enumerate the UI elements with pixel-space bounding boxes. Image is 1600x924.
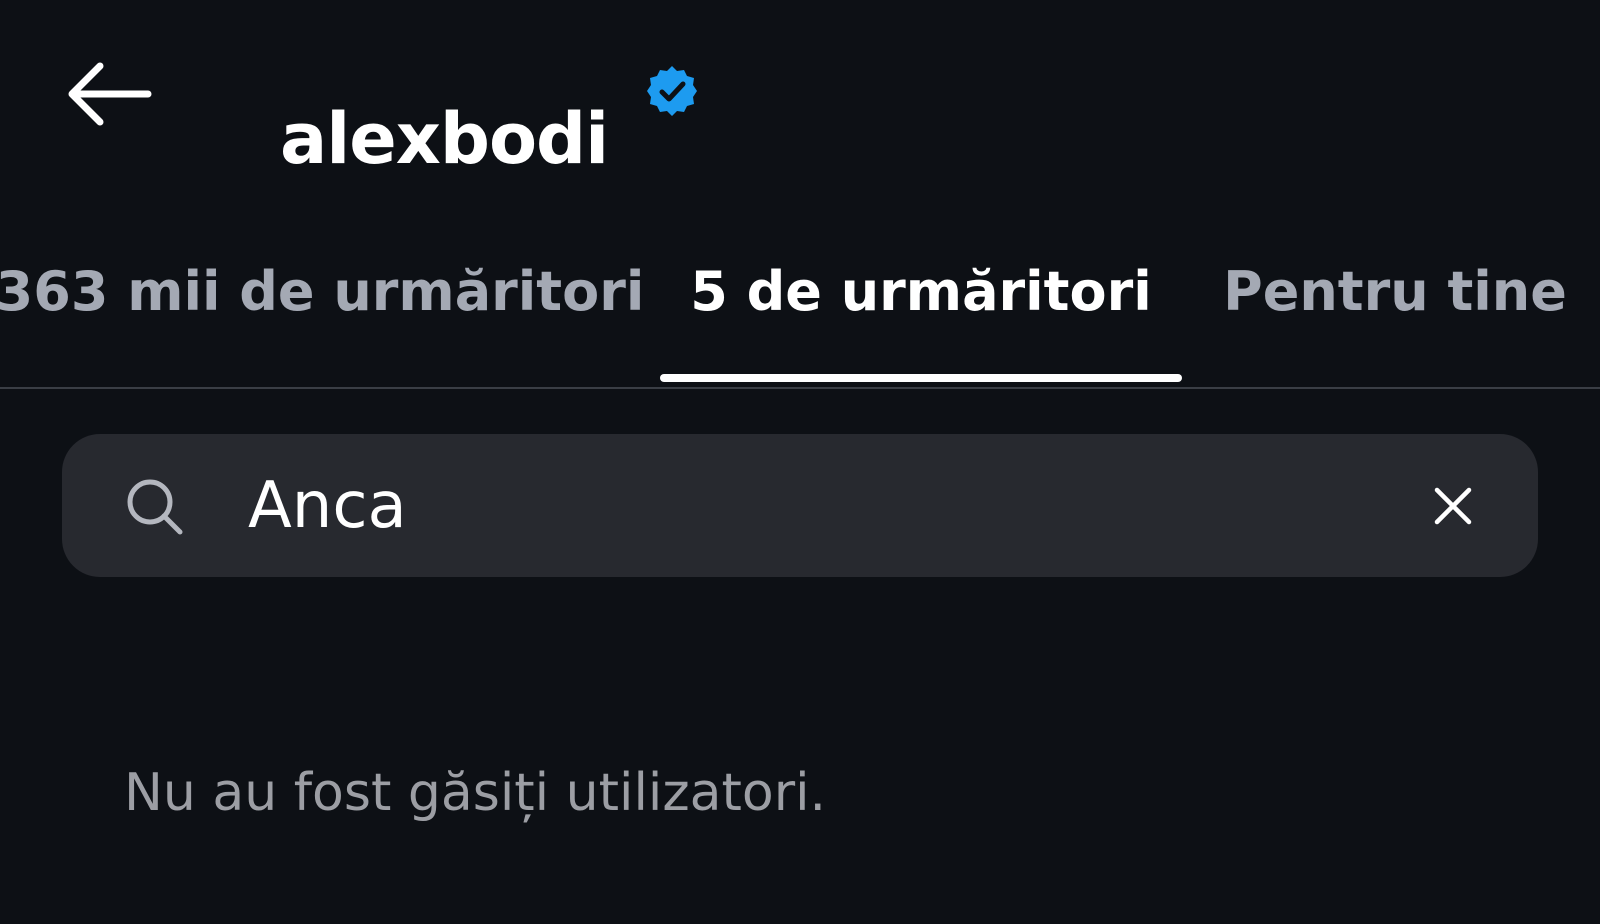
tab-for-you[interactable]: Pentru tine	[1220, 230, 1570, 388]
tab-followers[interactable]: 363 mii de urmăritori	[0, 230, 644, 388]
clear-search-button[interactable]	[1422, 475, 1484, 537]
search-icon	[127, 479, 183, 535]
close-icon	[1434, 487, 1472, 525]
tab-following-label: 5 de urmăritori	[690, 260, 1152, 323]
tab-for-you-label: Pentru tine	[1223, 260, 1567, 323]
no-results-message: Nu au fost găsiți utilizatori.	[124, 763, 827, 823]
profile-header: alexbodi	[0, 0, 1600, 190]
profile-title: alexbodi	[280, 97, 609, 180]
tab-followers-label: 363 mii de urmăritori	[0, 260, 645, 323]
tab-following[interactable]: 5 de urmăritori	[660, 230, 1182, 388]
followers-tabs: 363 mii de urmăritori 5 de urmăritori Pe…	[0, 230, 1600, 388]
search-input[interactable]	[248, 460, 1398, 552]
arrow-left-icon	[68, 62, 152, 126]
active-tab-indicator	[660, 374, 1182, 382]
back-button[interactable]	[58, 56, 158, 132]
tabs-divider	[0, 387, 1600, 389]
verified-badge-icon	[647, 66, 697, 116]
